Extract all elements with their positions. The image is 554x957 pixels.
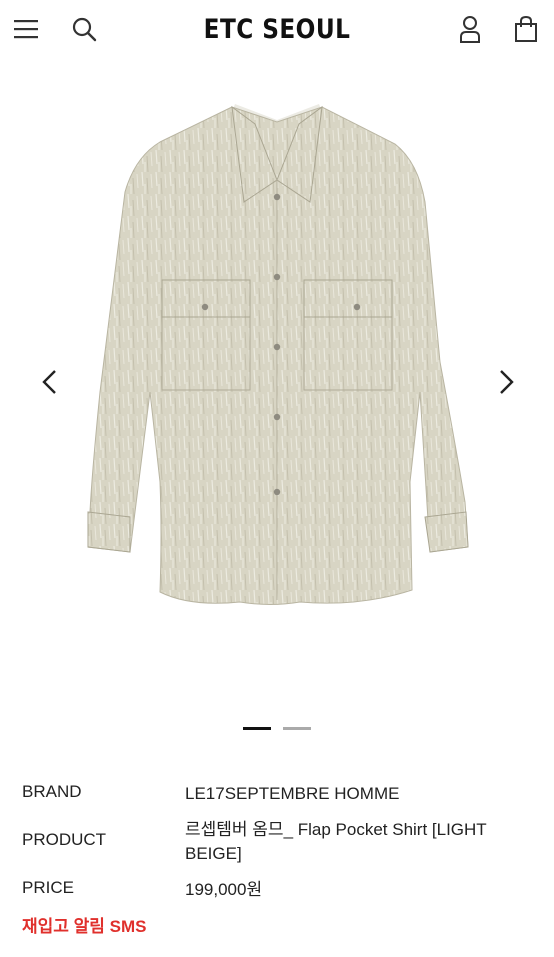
product-row: PRODUCT 르셉템버 옴므_ Flap Pocket Shirt [LIGH… [22, 818, 532, 866]
header: ETC SEOUL [0, 0, 554, 62]
restock-sms-link[interactable]: 재입고 알림 SMS [22, 912, 147, 937]
gallery-dot-1[interactable] [243, 727, 271, 730]
price-label: PRICE [22, 878, 74, 897]
price-row: PRICE 199,000원 [22, 878, 532, 902]
brand-row: BRAND LE17SEPTEMBRE HOMME [22, 782, 532, 812]
product-name: 르셉템버 옴므_ Flap Pocket Shirt [LIGHT BEIGE] [185, 820, 487, 863]
product-label: PRODUCT [22, 830, 107, 849]
brand-label: BRAND [22, 782, 82, 801]
price-value: 199,000원 [185, 880, 263, 899]
product-image [87, 104, 469, 605]
site-logo[interactable]: ETC SEOUL [39, 14, 515, 45]
restock-row: 재입고 알림 SMS [22, 912, 532, 937]
next-image-arrow-icon[interactable] [486, 362, 526, 402]
brand-value[interactable]: LE17SEPTEMBRE HOMME [185, 782, 532, 806]
product-image-gallery[interactable] [0, 62, 554, 742]
gallery-dot-2[interactable] [283, 727, 311, 730]
account-icon[interactable] [452, 10, 488, 48]
gallery-pagination [0, 727, 554, 730]
previous-image-arrow-icon[interactable] [30, 362, 70, 402]
product-info: BRAND LE17SEPTEMBRE HOMME PRODUCT 르셉템버 옴… [22, 782, 532, 937]
shopping-bag-icon[interactable] [508, 10, 544, 48]
